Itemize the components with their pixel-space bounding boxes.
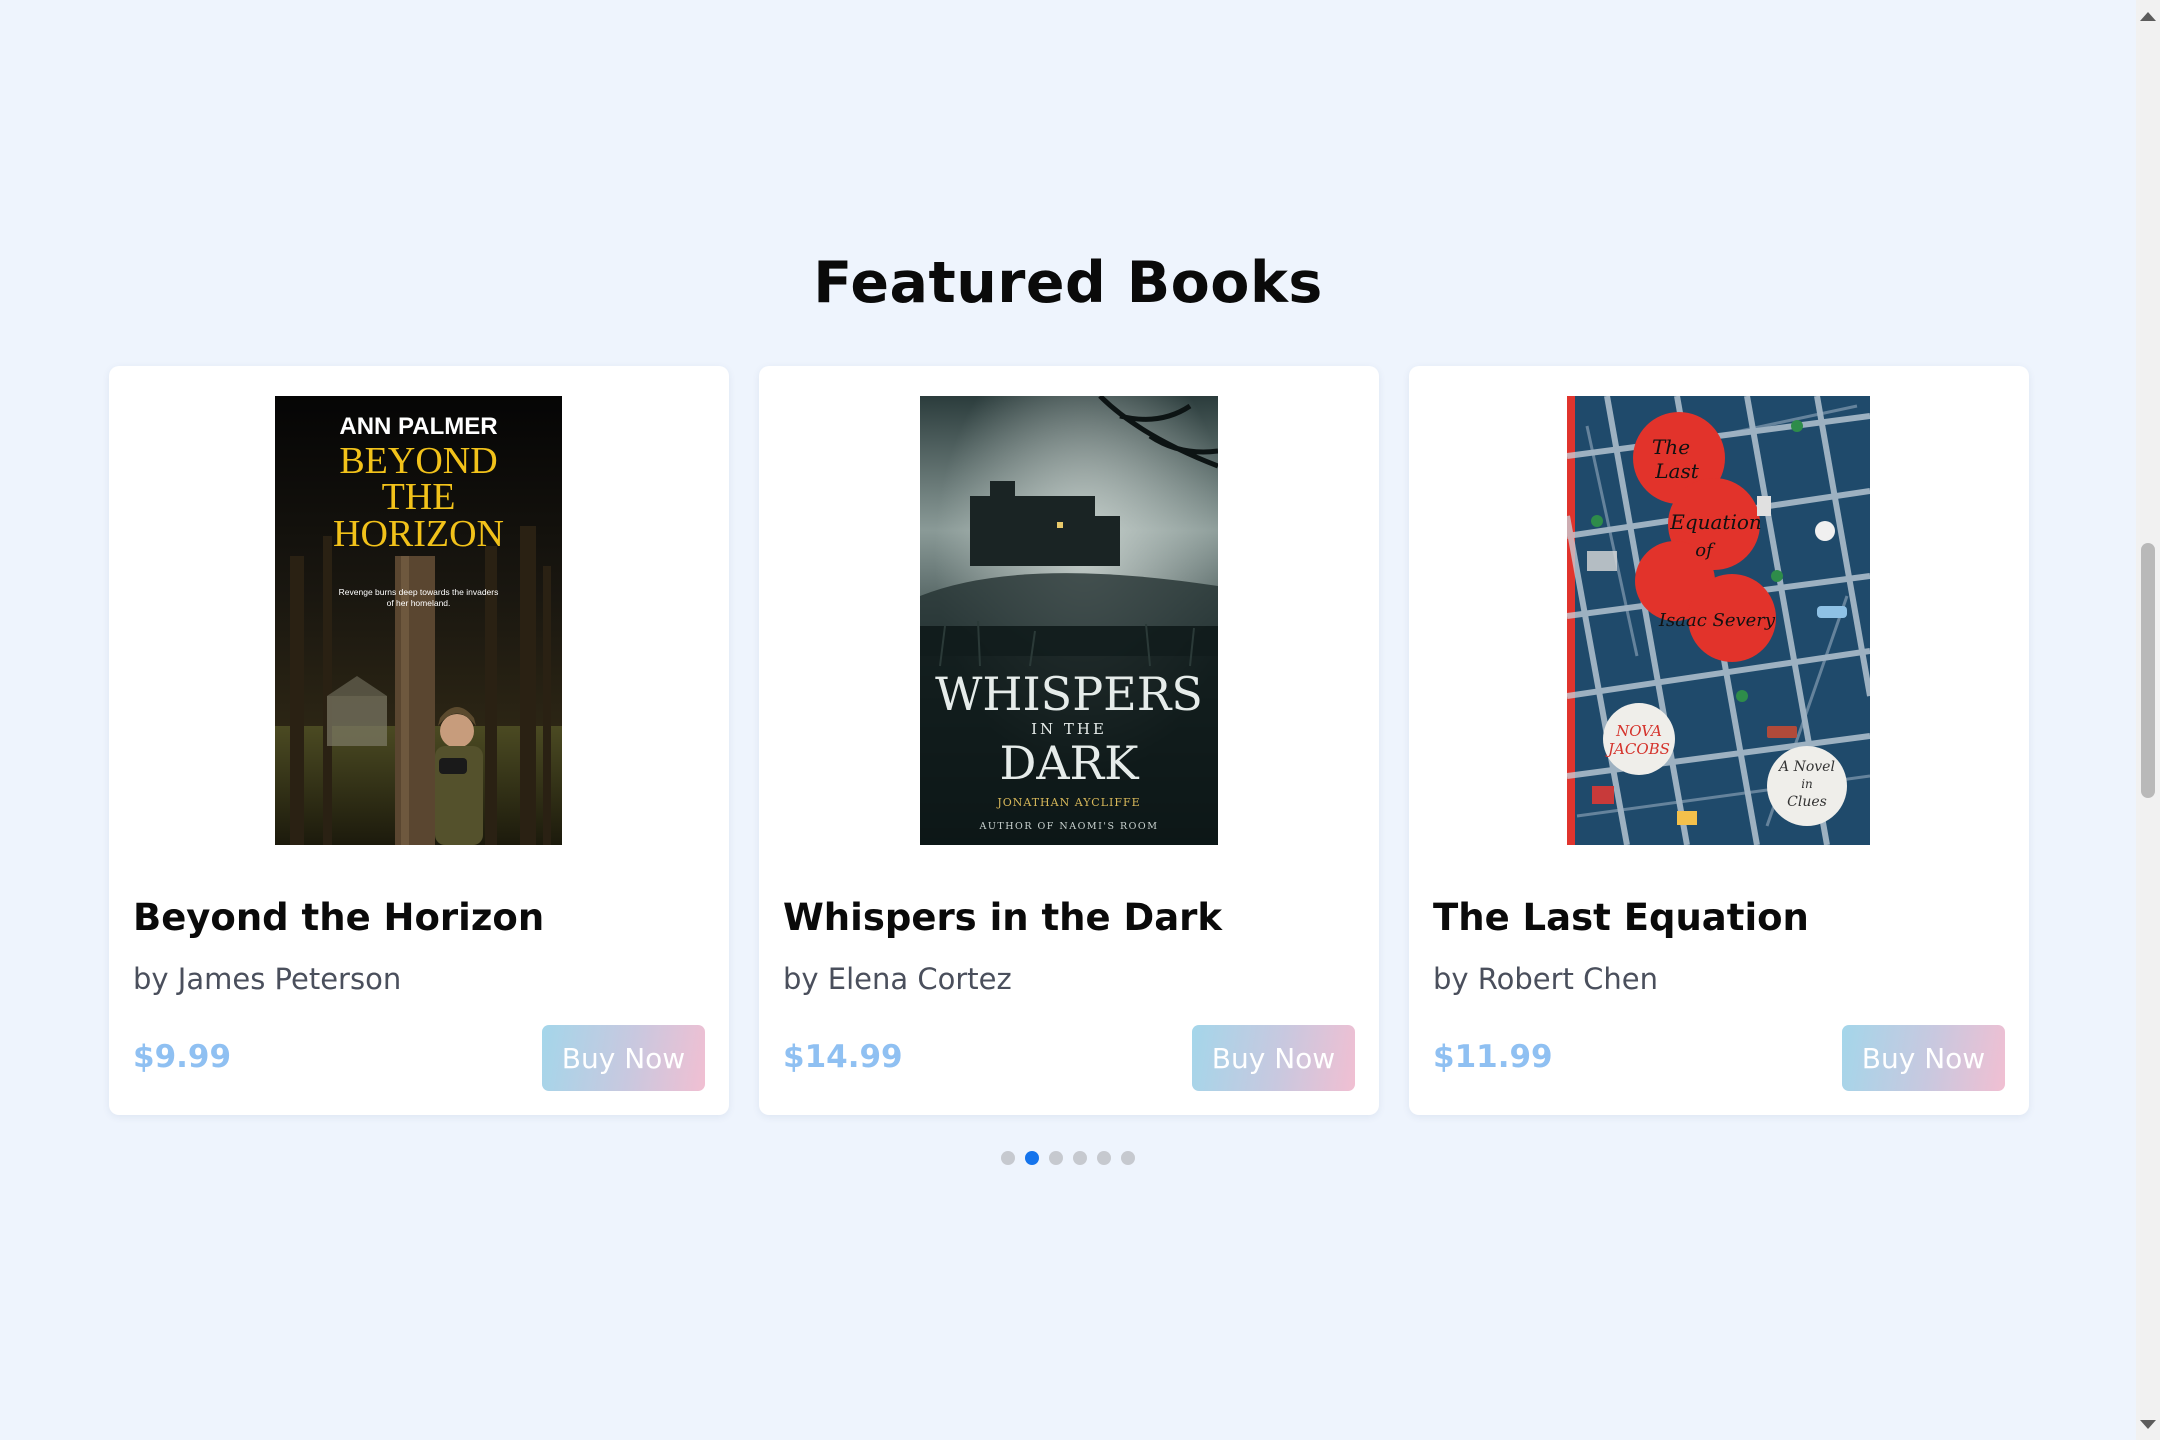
featured-books-section: Featured Books ANN PALMER BEYOND THE HOR… [0,0,2136,1431]
svg-text:JONATHAN AYCLIFFE: JONATHAN AYCLIFFE [996,796,1140,809]
book-card[interactable]: The Last Equation of Isaac Severy NOVA J… [1409,366,2029,1115]
svg-text:NOVA: NOVA [1615,722,1662,740]
scroll-down-arrow-icon[interactable] [2140,1420,2156,1429]
book-author: by Robert Chen [1433,962,1658,996]
svg-text:DARK: DARK [999,736,1140,790]
book-cover-image[interactable]: ANN PALMER BEYOND THE HORIZON Revenge bu… [275,396,562,845]
carousel-dot[interactable] [1097,1151,1111,1165]
svg-text:A Novel: A Novel [1777,759,1835,775]
book-author: by Elena Cortez [783,962,1012,996]
svg-text:HORIZON: HORIZON [333,513,504,555]
buy-now-button[interactable]: Buy Now [542,1025,705,1091]
carousel-dot[interactable] [1121,1151,1135,1165]
svg-text:WHISPERS: WHISPERS [935,667,1203,721]
svg-text:Clues: Clues [1787,794,1827,810]
svg-text:The: The [1652,435,1690,459]
buy-now-button[interactable]: Buy Now [1842,1025,2005,1091]
book-card[interactable]: WHISPERS IN THE DARK JONATHAN AYCLIFFE A… [759,366,1379,1115]
svg-text:ANN PALMER: ANN PALMER [339,413,497,440]
svg-text:THE: THE [382,476,456,518]
svg-text:Last: Last [1654,459,1699,483]
book-card[interactable]: ANN PALMER BEYOND THE HORIZON Revenge bu… [109,366,729,1115]
book-title[interactable]: The Last Equation [1433,896,1809,939]
carousel-dot[interactable] [1001,1151,1015,1165]
book-author: by James Peterson [133,962,402,996]
carousel-pagination [1001,1151,1135,1165]
carousel-dot[interactable] [1049,1151,1063,1165]
book-price: $14.99 [783,1039,903,1075]
svg-text:of her homeland.: of her homeland. [387,598,451,608]
scroll-up-arrow-icon[interactable] [2140,12,2156,21]
section-title: Featured Books [813,250,1323,316]
book-title[interactable]: Whispers in the Dark [783,896,1222,939]
book-cover-image[interactable]: WHISPERS IN THE DARK JONATHAN AYCLIFFE A… [920,396,1218,845]
scrollbar-thumb[interactable] [2141,543,2155,798]
book-cover-image[interactable]: The Last Equation of Isaac Severy NOVA J… [1567,396,1870,845]
svg-text:in: in [1801,777,1813,791]
svg-text:JACOBS: JACOBS [1605,740,1670,758]
svg-text:Revenge burns deep towards the: Revenge burns deep towards the invaders [339,587,499,597]
buy-now-button[interactable]: Buy Now [1192,1025,1355,1091]
book-price: $9.99 [133,1039,232,1075]
svg-text:Equation: Equation [1669,510,1762,534]
vertical-scrollbar[interactable] [2136,0,2160,1440]
svg-text:Isaac Severy: Isaac Severy [1658,610,1776,631]
carousel-dot[interactable] [1025,1151,1039,1165]
carousel-dot[interactable] [1073,1151,1087,1165]
book-price: $11.99 [1433,1039,1553,1075]
svg-text:AUTHOR OF NAOMI'S ROOM: AUTHOR OF NAOMI'S ROOM [979,821,1159,832]
book-title[interactable]: Beyond the Horizon [133,896,544,939]
